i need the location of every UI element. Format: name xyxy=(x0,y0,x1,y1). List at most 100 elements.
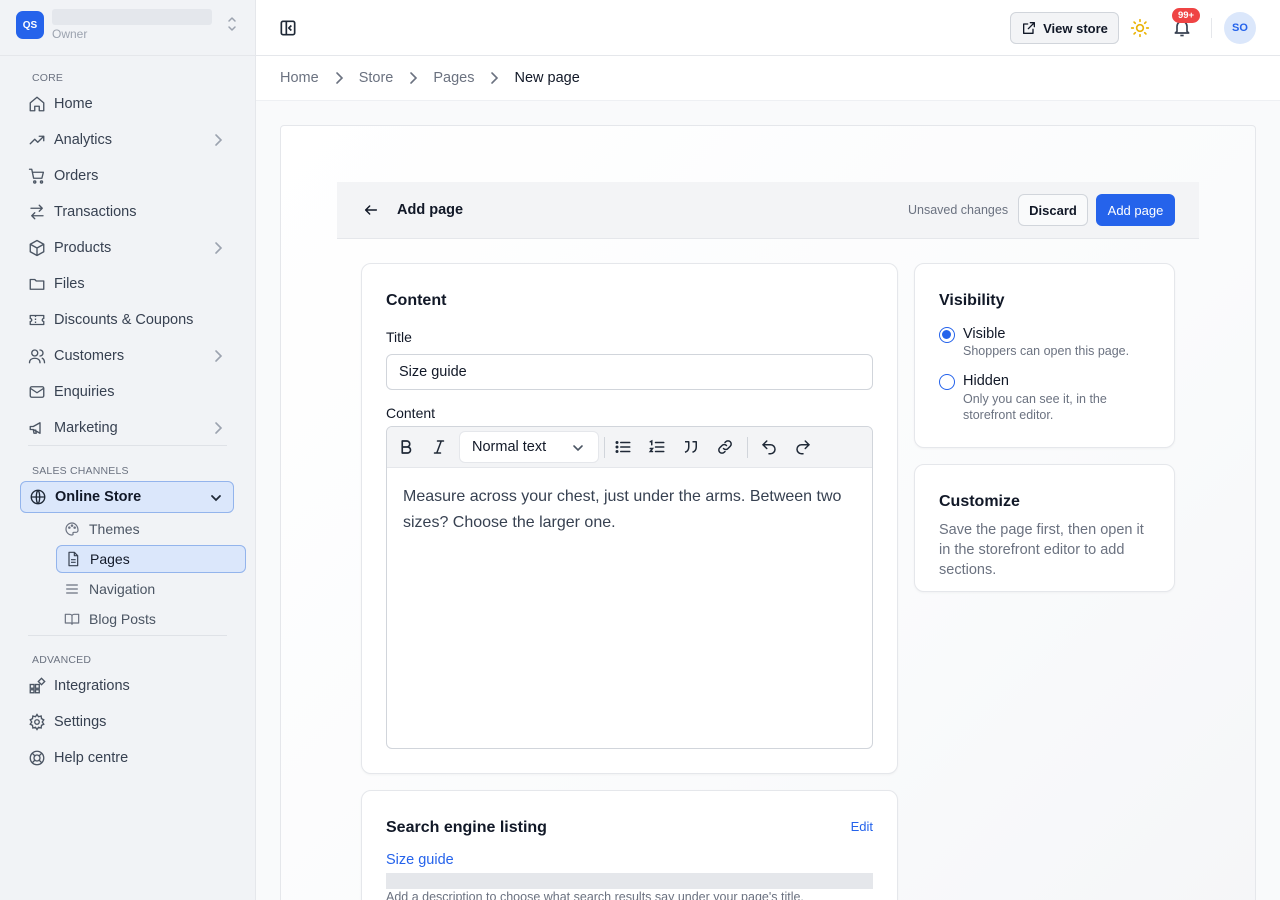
sidebar-item-label: Integrations xyxy=(54,678,130,694)
sidebar-toggle-icon[interactable] xyxy=(278,18,298,38)
trend-icon xyxy=(28,131,46,149)
text-format-select[interactable]: Normal text xyxy=(459,431,599,463)
topbar: View store 99+ SO xyxy=(256,0,1280,56)
hidden-help: Only you can see it, in the storefront e… xyxy=(963,392,1107,422)
box-icon xyxy=(28,239,46,257)
breadcrumb: Home Store Pages New page xyxy=(256,56,1280,101)
sidebar-item-customers[interactable]: Customers xyxy=(20,340,234,372)
sidebar-item-label: Help centre xyxy=(54,750,129,766)
sidebar-subitem-themes[interactable]: Themes xyxy=(56,515,246,543)
discard-button[interactable]: Discard xyxy=(1018,194,1088,226)
sidebar-item-label: Home xyxy=(54,96,93,112)
sidebar-item-label: Files xyxy=(54,276,85,292)
menu-icon xyxy=(64,581,80,597)
add-page-button[interactable]: Add page xyxy=(1096,194,1175,226)
chevron-right-icon xyxy=(333,71,345,85)
sidebar-subitem-label: Themes xyxy=(89,521,140,537)
megaphone-icon xyxy=(28,419,46,437)
breadcrumb-home[interactable]: Home xyxy=(280,70,319,86)
content-label: Content xyxy=(386,405,436,421)
mail-icon xyxy=(28,383,46,401)
page-action-bar: Add page Unsaved changes Discard Add pag… xyxy=(337,182,1199,239)
sidebar-subitem-pages[interactable]: Pages xyxy=(56,545,246,573)
sidebar-item-label: Analytics xyxy=(54,132,113,148)
visibility-title: Visibility xyxy=(939,292,1005,309)
sidebar-item-marketing[interactable]: Marketing xyxy=(20,412,234,444)
bold-icon[interactable] xyxy=(397,438,415,456)
sidebar-subitem-label: Blog Posts xyxy=(89,611,156,627)
quote-icon[interactable] xyxy=(682,438,700,456)
italic-icon[interactable] xyxy=(430,438,448,456)
sidebar-item-orders[interactable]: Orders xyxy=(20,160,234,192)
toolbar-divider xyxy=(747,437,748,458)
sidebar-item-transactions[interactable]: Transactions xyxy=(20,196,234,228)
chevron-right-icon xyxy=(212,133,224,147)
sidebar-item-files[interactable]: Files xyxy=(20,268,234,300)
breadcrumb-current: New page xyxy=(514,70,580,86)
bullet-list-icon[interactable] xyxy=(614,438,632,456)
sidebar-item-integrations[interactable]: Integrations xyxy=(20,670,234,702)
text-format-value: Normal text xyxy=(472,439,547,455)
sidebar-divider xyxy=(0,55,256,56)
sidebar-item-products[interactable]: Products xyxy=(20,232,234,264)
seo-edit-link[interactable]: Edit xyxy=(851,819,873,834)
numbered-list-icon[interactable] xyxy=(648,438,666,456)
transfer-icon xyxy=(28,203,46,221)
sidebar-item-settings[interactable]: Settings xyxy=(20,706,234,738)
hidden-radio[interactable] xyxy=(939,374,955,390)
breadcrumb-pages[interactable]: Pages xyxy=(433,70,474,86)
sidebar-subitem-blog-posts[interactable]: Blog Posts xyxy=(56,605,246,633)
seo-title: Search engine listing xyxy=(386,819,547,836)
redo-icon[interactable] xyxy=(794,438,812,456)
sun-icon[interactable] xyxy=(1130,18,1150,38)
sidebar-item-label: Online Store xyxy=(55,489,142,505)
breadcrumb-store[interactable]: Store xyxy=(359,70,394,86)
sidebar-divider xyxy=(28,635,227,636)
view-store-button[interactable]: View store xyxy=(1010,12,1119,44)
sidebar-item-discounts[interactable]: Discounts & Coupons xyxy=(20,304,234,336)
sidebar-item-label: Marketing xyxy=(54,420,118,436)
view-store-label: View store xyxy=(1043,20,1108,36)
sidebar-item-help-centre[interactable]: Help centre xyxy=(20,742,234,774)
store-logo: QS xyxy=(16,11,44,39)
store-switcher[interactable]: QS Owner xyxy=(16,8,240,42)
toolbar-divider xyxy=(604,437,605,458)
ticket-icon xyxy=(28,311,46,329)
hidden-label: Hidden xyxy=(963,373,1009,389)
seo-url-placeholder xyxy=(386,873,873,889)
title-input[interactable]: Size guide xyxy=(386,354,873,390)
undo-icon[interactable] xyxy=(760,438,778,456)
visible-radio[interactable] xyxy=(939,327,955,343)
visibility-card: Visibility Visible Shoppers can open thi… xyxy=(914,263,1175,448)
sidebar-item-label: Orders xyxy=(54,168,99,184)
avatar[interactable]: SO xyxy=(1224,12,1256,44)
sidebar-subitem-navigation[interactable]: Navigation xyxy=(56,575,246,603)
palette-icon xyxy=(64,521,80,537)
chevron-right-icon xyxy=(212,349,224,363)
chevron-right-icon xyxy=(488,71,500,85)
sidebar-item-home[interactable]: Home xyxy=(20,88,234,120)
sidebar-divider xyxy=(28,445,227,446)
chevron-down-icon xyxy=(209,491,223,505)
sidebar-item-online-store[interactable]: Online Store xyxy=(20,481,234,513)
unsaved-status: Unsaved changes xyxy=(908,203,1009,217)
chevron-down-icon xyxy=(572,442,584,454)
section-label-sales-channels: SALES CHANNELS xyxy=(32,465,129,477)
book-icon xyxy=(64,611,80,627)
customize-title: Customize xyxy=(939,493,1020,510)
sidebar-item-enquiries[interactable]: Enquiries xyxy=(20,376,234,408)
chevron-up-down-icon[interactable] xyxy=(226,15,238,33)
chevron-right-icon xyxy=(212,421,224,435)
seo-page-link[interactable]: Size guide xyxy=(386,852,454,868)
sidebar-item-analytics[interactable]: Analytics xyxy=(20,124,234,156)
sidebar-item-label: Customers xyxy=(54,348,125,364)
editor-toolbar: Normal text xyxy=(387,427,872,468)
lifebuoy-icon xyxy=(28,749,46,767)
visible-label: Visible xyxy=(963,326,1006,342)
arrow-left-icon[interactable] xyxy=(363,202,379,218)
editor-body[interactable]: Measure across your chest, just under th… xyxy=(387,468,872,552)
sidebar-item-label: Transactions xyxy=(54,204,137,220)
external-link-icon xyxy=(1023,22,1036,34)
link-icon[interactable] xyxy=(716,438,734,456)
gear-icon xyxy=(28,713,46,731)
